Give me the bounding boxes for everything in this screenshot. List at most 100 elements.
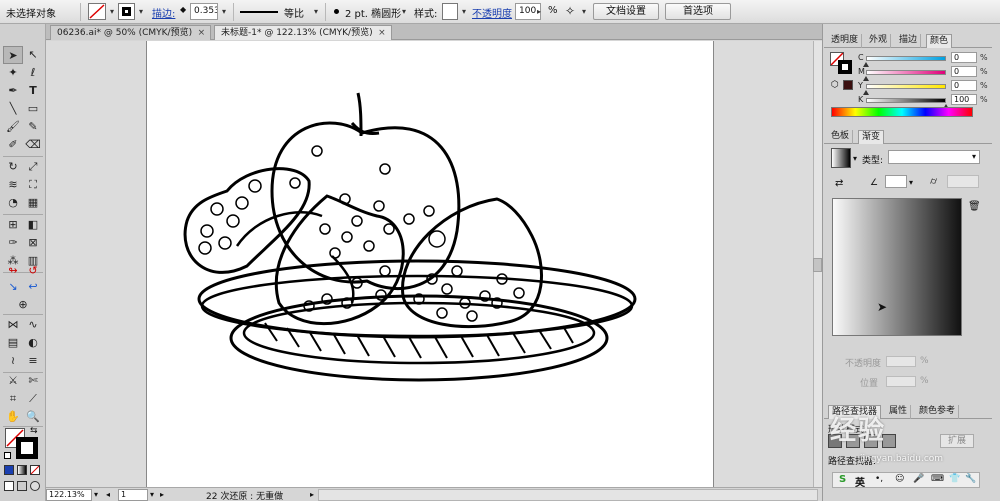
angle-input[interactable]: [885, 175, 907, 188]
crop-tool-icon[interactable]: ⌗: [3, 390, 23, 408]
tab-stroke[interactable]: 描边: [896, 34, 922, 48]
stroke-link[interactable]: 描边:: [152, 5, 175, 20]
ime-skin-icon[interactable]: 👕: [949, 474, 960, 484]
direct-selection-tool-icon[interactable]: ↖: [23, 46, 43, 64]
channel-m-input[interactable]: 0: [951, 66, 977, 77]
screen-mode-icon[interactable]: [30, 481, 40, 491]
opacity-link[interactable]: 不透明度: [472, 5, 512, 20]
stroke-weight-input[interactable]: 0.353: [190, 3, 218, 20]
recolor-icon[interactable]: ✧: [565, 4, 575, 18]
stroke-color-swatch[interactable]: [16, 437, 38, 459]
scissors-tool-icon[interactable]: ✄: [23, 372, 43, 390]
ime-settings-icon[interactable]: 🔧: [965, 474, 976, 484]
channel-m-knob[interactable]: [863, 76, 869, 81]
gradient-preview[interactable]: [832, 198, 962, 336]
aspect-ratio-input[interactable]: [947, 175, 979, 188]
stroke-weight-dropdown-icon[interactable]: ▾: [218, 3, 230, 20]
swap-colors-icon[interactable]: ⇆: [30, 426, 38, 436]
tab-attributes[interactable]: 属性: [886, 405, 912, 419]
rectangle-tool-icon[interactable]: ▭: [23, 100, 43, 118]
tab-appearance[interactable]: 外观: [866, 34, 892, 48]
style-dropdown-icon[interactable]: ▾: [458, 3, 470, 20]
first-page-icon[interactable]: ◂: [106, 490, 110, 499]
status-menu-icon[interactable]: ▸: [310, 490, 314, 499]
none-mode-icon[interactable]: [30, 465, 40, 475]
color-panel-stroke-swatch[interactable]: [838, 60, 852, 74]
next-page-icon[interactable]: ▸: [160, 490, 164, 499]
zoom-field[interactable]: 122.13%: [46, 489, 92, 501]
close-icon[interactable]: ×: [378, 26, 386, 40]
width-tool-icon[interactable]: ↘: [3, 278, 23, 296]
twist-tool-icon[interactable]: ◐: [23, 334, 43, 352]
brush-dropdown-icon[interactable]: ▾: [398, 3, 410, 20]
closest-color-swatch[interactable]: [843, 80, 853, 90]
channel-y-track[interactable]: [866, 84, 946, 89]
ime-emoji-icon[interactable]: ☺: [895, 474, 904, 484]
ime-mode-label[interactable]: 英: [855, 474, 865, 489]
stroke-dropdown-icon[interactable]: ▾: [135, 3, 147, 20]
line-tool-icon[interactable]: ╲: [3, 100, 23, 118]
tab-gradient[interactable]: 渐变: [858, 130, 885, 144]
profile-dropdown-icon[interactable]: ▾: [310, 3, 322, 20]
warp-tool-icon[interactable]: ≋: [3, 176, 23, 194]
pen-tool-icon[interactable]: ✒: [3, 82, 23, 100]
shape-builder-tool-icon[interactable]: ◔: [3, 194, 23, 212]
color-mode-icon[interactable]: [4, 465, 14, 475]
pucker-tool-icon[interactable]: ≀: [3, 352, 23, 370]
preferences-button[interactable]: 首选项: [665, 3, 731, 20]
scrollbar-thumb[interactable]: [813, 258, 822, 272]
wave-tool-icon[interactable]: ∿: [23, 316, 43, 334]
close-icon[interactable]: ×: [198, 26, 206, 40]
gradient-mode-icon[interactable]: [17, 465, 27, 475]
opacity-dropdown-icon[interactable]: ▸: [533, 3, 545, 20]
tab-transparency[interactable]: 透明度: [828, 34, 863, 48]
ime-keyboard-icon[interactable]: ⌨: [931, 474, 944, 484]
channel-m-track[interactable]: [866, 70, 946, 75]
magic-wand-tool-icon[interactable]: ✦: [3, 64, 23, 82]
crystallize-tool-icon[interactable]: ▤: [3, 334, 23, 352]
page-field[interactable]: 1: [118, 489, 148, 501]
reverse-gradient-icon[interactable]: ⇄: [835, 178, 843, 189]
eraser-tool-icon[interactable]: ⌫: [23, 136, 43, 154]
hand-tool-icon[interactable]: ✋: [3, 408, 23, 426]
recolor-dropdown-icon[interactable]: ▾: [578, 3, 590, 20]
style-swatch[interactable]: [442, 3, 458, 20]
doc-tab-untitled-1[interactable]: 未标题-1* @ 122.13% (CMYK/预览) ×: [214, 25, 392, 40]
draw-behind-icon[interactable]: [17, 481, 27, 491]
stroke-stepper-icon[interactable]: ◆: [180, 5, 186, 14]
default-colors-icon[interactable]: [4, 452, 11, 459]
eyedropper-tool-icon[interactable]: ✑: [3, 234, 23, 252]
channel-c-input[interactable]: 0: [951, 52, 977, 63]
color-spectrum[interactable]: [831, 107, 973, 117]
mesh-tool-icon[interactable]: ⊠: [23, 234, 43, 252]
channel-y-knob[interactable]: [863, 90, 869, 95]
tab-swatches[interactable]: 色板: [828, 130, 854, 144]
gradient-type-select[interactable]: ▾: [888, 150, 980, 164]
horizontal-scrollbar[interactable]: [318, 489, 818, 501]
doc-tab-06236[interactable]: 06236.ai* @ 50% (CMYK/预览) ×: [50, 25, 212, 40]
blob-brush-tool-icon[interactable]: ✐: [3, 136, 23, 154]
channel-k-input[interactable]: 100: [951, 94, 977, 105]
knife-tool-icon[interactable]: ⚔: [3, 372, 23, 390]
perspective-grid-tool-icon[interactable]: ⊞: [3, 216, 23, 234]
fill-dropdown-icon[interactable]: ▾: [106, 3, 118, 20]
gradient-location-input[interactable]: [886, 376, 916, 387]
zoom-dropdown-icon[interactable]: ▾: [94, 490, 98, 499]
pencil-tool-icon[interactable]: ✎: [23, 118, 43, 136]
document-setup-button[interactable]: 文档设置: [593, 3, 659, 20]
artboard-tool-icon[interactable]: ⊕: [13, 296, 33, 314]
rotate-tool-icon[interactable]: ↻: [3, 158, 23, 176]
selection-tool-icon[interactable]: ➤: [3, 46, 23, 64]
measure-tool-icon[interactable]: ⟋: [23, 390, 43, 408]
delete-stop-icon[interactable]: 🗑: [968, 201, 981, 212]
type-tool-icon[interactable]: T: [23, 82, 43, 100]
zoom-tool-icon[interactable]: 🔍: [23, 408, 43, 426]
align-tool-icon[interactable]: ≡: [23, 352, 43, 370]
gradient-opacity-input[interactable]: [886, 356, 916, 367]
tab-color[interactable]: 颜色: [926, 34, 953, 48]
tab-color-guide[interactable]: 颜色参考: [916, 405, 960, 419]
paintbrush-tool-icon[interactable]: 🖌: [3, 118, 23, 136]
gradient-tool-icon[interactable]: ◧: [23, 216, 43, 234]
gradient-thumbnail-dropdown-icon[interactable]: ▾: [853, 154, 857, 163]
out-of-gamut-icon[interactable]: ⬡: [831, 80, 839, 90]
